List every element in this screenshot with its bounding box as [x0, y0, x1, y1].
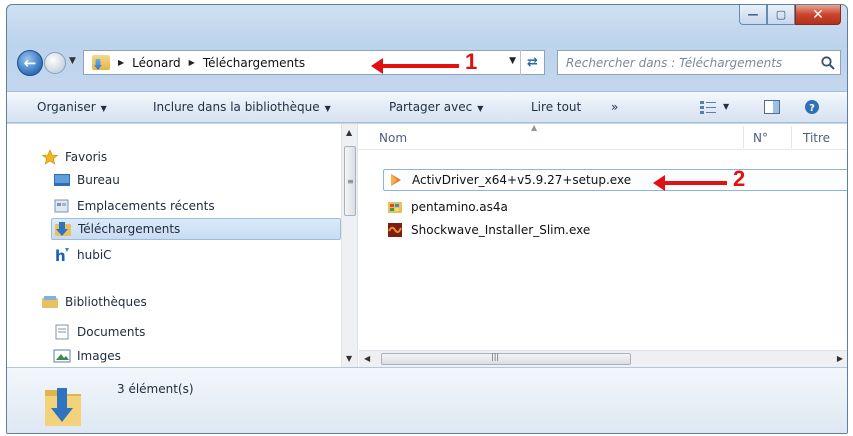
- file-row[interactable]: ActivDriver_x64+v5.9.27+setup.exe: [383, 169, 847, 191]
- images-icon: [53, 349, 71, 363]
- scroll-down-icon[interactable]: ▼: [346, 354, 352, 363]
- column-headers: ▲ Nom N° Titre: [359, 123, 847, 150]
- refresh-button[interactable]: ⇄: [520, 50, 544, 75]
- nav-label: hubiC: [77, 248, 112, 262]
- view-dropdown-icon[interactable]: ▼: [723, 102, 729, 111]
- nav-item-recent-places[interactable]: Emplacements récents: [53, 195, 215, 217]
- scroll-thumb[interactable]: [381, 353, 631, 365]
- file-name: pentamino.as4a: [411, 200, 508, 214]
- chevron-right-icon[interactable]: ▶: [118, 58, 124, 67]
- nav-item-downloads[interactable]: Téléchargements: [51, 218, 341, 240]
- chevron-down-icon: ▼: [324, 104, 331, 113]
- nav-label: Bibliothèques: [65, 295, 147, 309]
- chevron-right-icon[interactable]: ▶: [189, 58, 195, 67]
- annotation-arrow-1: [371, 58, 459, 74]
- preview-pane-icon[interactable]: [763, 99, 781, 115]
- view-options-icon[interactable]: [699, 99, 717, 115]
- nav-item-desktop[interactable]: Bureau: [53, 169, 120, 191]
- file-name: ActivDriver_x64+v5.9.27+setup.exe: [412, 173, 632, 187]
- downloads-folder-icon: [92, 55, 110, 70]
- shockwave-icon: [388, 223, 402, 237]
- nav-item-images[interactable]: Images: [53, 345, 121, 367]
- column-divider[interactable]: [743, 126, 744, 148]
- file-list: ▲ Nom N° Titre ActivDriver_x64+v5.9.27+s…: [359, 123, 847, 367]
- close-button[interactable]: ✕: [795, 5, 841, 25]
- play-all-button[interactable]: Lire tout: [531, 100, 581, 114]
- downloads-folder-icon: [55, 222, 71, 236]
- address-dropdown[interactable]: ▼: [509, 56, 516, 66]
- annotation-number-1: 1: [465, 49, 478, 74]
- explorer-window: — ▢ ✕ ← ▼ ▶ Léonard ▶ Téléchargements ▼ …: [6, 4, 848, 434]
- navpane-scrollbar[interactable]: ▲ ≡ ▼: [341, 124, 358, 367]
- sort-ascending-icon: ▲: [531, 123, 538, 132]
- nav-label: Bureau: [77, 173, 120, 187]
- item-count: 3 élément(s): [117, 382, 194, 396]
- filelist-horizontal-scrollbar[interactable]: ◀ ||| ▶: [359, 350, 847, 367]
- search-input[interactable]: Rechercher dans : Téléchargements: [557, 50, 841, 75]
- scroll-up-icon[interactable]: ▲: [346, 128, 352, 137]
- downloads-folder-large-icon: [45, 388, 81, 426]
- file-row[interactable]: pentamino.as4a: [383, 196, 508, 218]
- column-divider[interactable]: [791, 126, 792, 148]
- column-title[interactable]: Titre: [803, 131, 830, 145]
- details-pane: 3 élément(s): [7, 367, 847, 433]
- libraries-icon: [42, 296, 58, 308]
- hubic-icon: h: [55, 247, 69, 263]
- search-icon[interactable]: [820, 55, 836, 71]
- annotation-number-2: 2: [733, 166, 746, 191]
- refresh-icon: ⇄: [527, 55, 538, 70]
- desktop-icon: [54, 174, 70, 186]
- recent-places-icon: [54, 199, 69, 213]
- chevron-down-icon: ▼: [100, 104, 107, 113]
- content-area: Favoris Bureau Emplacements récents Télé…: [7, 123, 847, 367]
- nav-item-libraries[interactable]: Bibliothèques: [41, 291, 147, 313]
- more-commands-button[interactable]: »: [611, 100, 618, 114]
- maximize-button[interactable]: ▢: [767, 5, 795, 25]
- chevron-down-icon: ▼: [477, 104, 484, 113]
- documents-icon: [55, 324, 69, 340]
- nav-label: Téléchargements: [78, 222, 181, 236]
- include-library-label: Inclure dans la bibliothèque: [153, 100, 320, 114]
- grip-icon: |||: [491, 352, 500, 361]
- navigation-pane: Favoris Bureau Emplacements récents Télé…: [7, 124, 341, 367]
- organize-menu[interactable]: Organiser ▼: [37, 100, 107, 114]
- forward-button[interactable]: [44, 52, 66, 74]
- nav-label: Images: [77, 349, 121, 363]
- breadcrumb-downloads[interactable]: Téléchargements: [203, 56, 305, 70]
- play-all-label: Lire tout: [531, 100, 582, 114]
- nav-label: Emplacements récents: [77, 199, 215, 213]
- back-button[interactable]: ←: [17, 50, 43, 76]
- star-icon: [41, 149, 59, 165]
- scroll-right-icon[interactable]: ▶: [837, 354, 843, 363]
- puzzle-file-icon: [388, 202, 402, 213]
- nav-item-favorites[interactable]: Favoris: [41, 146, 107, 168]
- search-placeholder: Rechercher dans : Téléchargements: [566, 55, 783, 70]
- nav-label: Favoris: [65, 150, 108, 164]
- installer-icon: [391, 174, 401, 186]
- history-dropdown[interactable]: ▼: [69, 56, 76, 66]
- help-icon[interactable]: ?: [803, 99, 821, 115]
- scroll-left-icon[interactable]: ◀: [364, 354, 370, 363]
- column-number[interactable]: N°: [753, 131, 768, 145]
- nav-item-hubic[interactable]: h hubiC: [53, 244, 112, 266]
- file-row[interactable]: Shockwave_Installer_Slim.exe: [383, 219, 590, 241]
- arrow-left-icon: ←: [23, 54, 37, 72]
- file-name: Shockwave_Installer_Slim.exe: [411, 223, 591, 237]
- organize-label: Organiser: [37, 100, 96, 114]
- minimize-button[interactable]: —: [739, 5, 767, 25]
- nav-item-documents[interactable]: Documents: [53, 321, 145, 343]
- include-library-menu[interactable]: Inclure dans la bibliothèque ▼: [153, 100, 331, 114]
- svg-text:?: ?: [809, 103, 815, 114]
- command-bar: Organiser ▼ Inclure dans la bibliothèque ▼…: [7, 91, 847, 123]
- caption-buttons: — ▢ ✕: [739, 5, 841, 27]
- column-name[interactable]: Nom: [379, 131, 407, 145]
- svg-text:h: h: [55, 247, 66, 263]
- address-row: ← ▼ ▶ Léonard ▶ Téléchargements ▼ ⇄ Rech…: [7, 47, 847, 79]
- annotation-arrow-2: [653, 175, 727, 191]
- grip-icon: ≡: [347, 177, 354, 186]
- share-with-menu[interactable]: Partager avec ▼: [389, 100, 483, 114]
- nav-label: Documents: [77, 325, 146, 339]
- share-with-label: Partager avec: [389, 100, 473, 114]
- breadcrumb-user[interactable]: Léonard: [132, 56, 181, 70]
